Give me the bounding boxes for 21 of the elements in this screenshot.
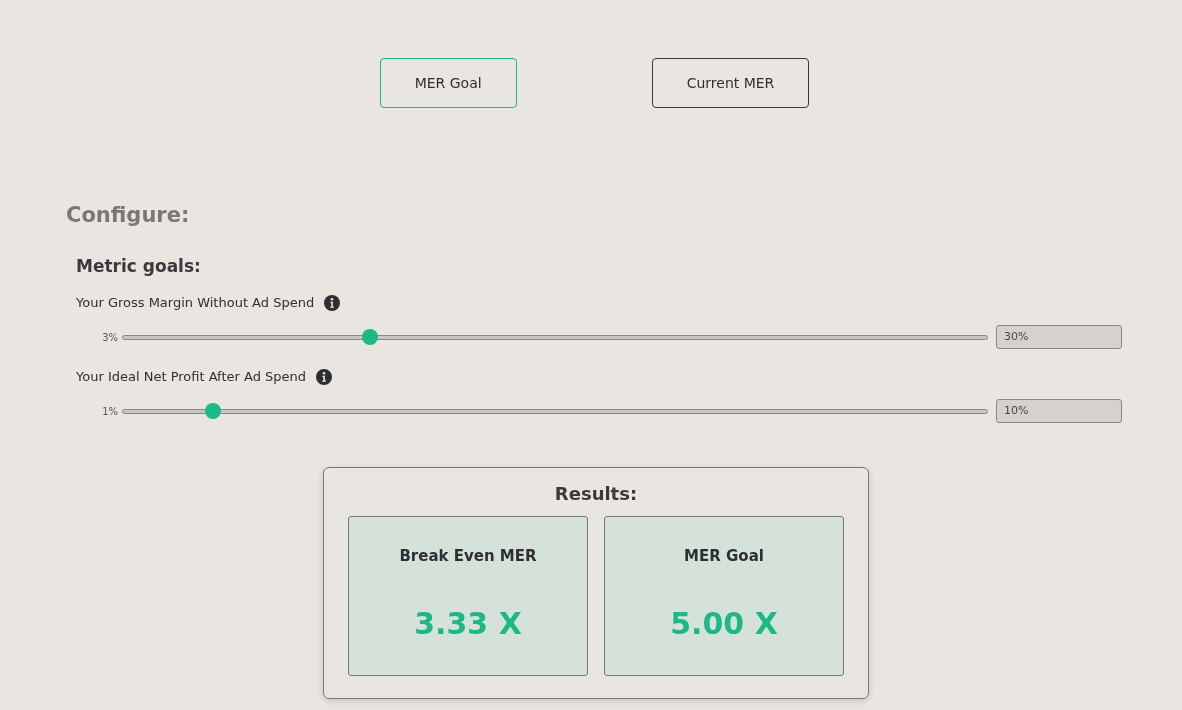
info-icon[interactable] bbox=[316, 369, 333, 385]
value-field[interactable]: 30% bbox=[996, 325, 1122, 349]
result-value: 5.00 X bbox=[670, 604, 778, 643]
result-label: Break Even MER bbox=[399, 546, 537, 567]
info-icon[interactable] bbox=[324, 295, 341, 311]
mode-tab[interactable]: MER Goal bbox=[379, 58, 517, 108]
mode-tab[interactable]: Current MER bbox=[651, 58, 810, 108]
min-value-label: 3% bbox=[101, 330, 119, 345]
subsection-heading: Metric goals: bbox=[76, 254, 201, 278]
slider-label: Your Ideal Net Profit After Ad Spend bbox=[76, 368, 307, 387]
section-heading: Configure: bbox=[66, 202, 190, 229]
slider-thumb[interactable] bbox=[205, 403, 222, 419]
value-field[interactable]: 10% bbox=[996, 399, 1122, 423]
min-value-label: 1% bbox=[101, 404, 119, 419]
slider-track[interactable] bbox=[122, 329, 988, 345]
result-label: MER Goal bbox=[684, 546, 764, 567]
result-value: 3.33 X bbox=[414, 604, 522, 643]
slider-track[interactable] bbox=[122, 403, 988, 419]
slider-label: Your Gross Margin Without Ad Spend bbox=[76, 294, 315, 313]
slider-thumb[interactable] bbox=[361, 329, 378, 345]
results-heading: Results: bbox=[554, 482, 638, 506]
